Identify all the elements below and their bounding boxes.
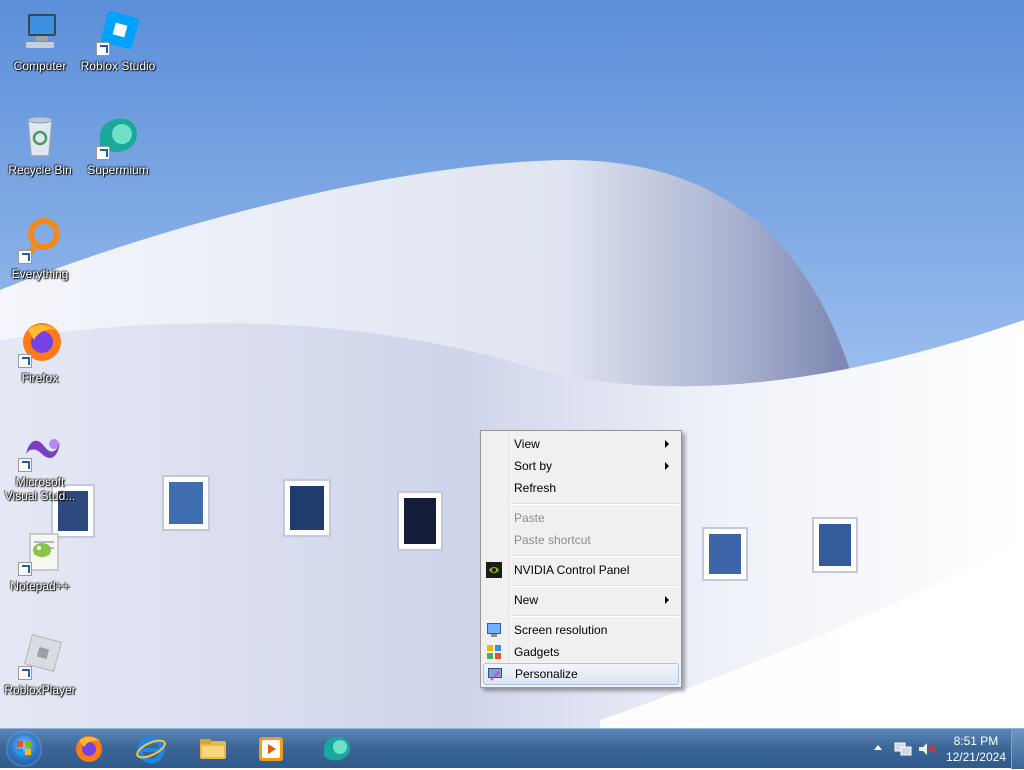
computer-icon [16,8,64,56]
taskbar-media-player-button[interactable] [244,731,298,767]
roblox-player-icon [16,632,64,680]
taskbar-file-explorer-button[interactable] [186,731,240,767]
menu-item-refresh[interactable]: Refresh [483,477,679,499]
clock-time: 8:51 PM [953,734,999,748]
submenu-arrow-icon [665,440,669,448]
desktop-icon-roblox-player[interactable]: RobloxPlayer [0,632,80,697]
menu-item-gadgets[interactable]: Gadgets [483,641,679,663]
taskbar-internet-explorer-button[interactable] [124,731,178,767]
internet-explorer-icon [136,736,166,764]
clock-date: 12/21/2024 [945,750,1006,764]
menu-item-screen-resolution[interactable]: Screen resolution [483,619,679,641]
recycle-bin-icon [16,112,64,160]
menu-item-label: Refresh [514,481,557,495]
clock[interactable]: 8:51 PM 12/21/2024 [946,733,1006,765]
menu-item-new[interactable]: New [483,589,679,611]
roblox-studio-icon [94,8,142,56]
gadgets-icon [486,644,502,660]
menu-item-label: Gadgets [514,645,560,659]
menu-item-personalize[interactable]: Personalize [483,663,679,685]
taskbar-firefox-button[interactable] [62,731,116,767]
menu-separator [511,503,679,505]
shortcut-arrow-icon [96,42,110,56]
icon-label: Notepad++ [10,579,70,593]
shortcut-arrow-icon [18,458,32,472]
menu-separator [511,615,679,617]
supermium-icon [324,737,351,761]
personalize-icon [487,666,503,682]
show-desktop-button[interactable] [1011,729,1024,769]
desktop-icon-notepadpp[interactable]: Notepad++ [0,528,80,593]
windows-logo [17,741,31,755]
everything-icon [16,216,64,264]
menu-separator [511,555,679,557]
menu-item-label: View [514,437,540,451]
shortcut-arrow-icon [18,354,32,368]
network-icon[interactable] [894,741,912,760]
icon-label: Supermium [87,163,149,177]
icon-label: Computer [13,59,67,73]
windows-start-icon[interactable] [6,731,42,767]
menu-item-sort-by[interactable]: Sort by [483,455,679,477]
volume-muted-icon[interactable] [918,741,936,760]
menu-item-label: New [514,593,539,607]
menu-item-nvidia-control-panel[interactable]: NVIDIA Control Panel [483,559,679,581]
menu-item-paste-shortcut[interactable]: Paste shortcut [483,529,679,551]
firefox-icon [16,320,64,368]
menu-item-label: Paste [514,511,545,525]
icon-label: Firefox [21,371,59,385]
shortcut-arrow-icon [18,250,32,264]
file-explorer-icon [200,739,226,759]
screen-resolution-icon [486,622,502,638]
icon-label: Microsoft Visual Stud... [4,475,76,503]
taskbar-supermium-button[interactable] [310,731,364,767]
menu-item-label: Sort by [514,459,553,473]
desktop-context-menu: View Sort by Refresh Paste Paste shortcu… [480,430,682,688]
visual-studio-icon [16,424,64,472]
desktop-icon-computer[interactable]: Computer [0,8,80,73]
desktop-icon-visual-studio[interactable]: Microsoft Visual Stud... [0,424,80,503]
menu-item-label: Screen resolution [514,623,608,637]
notepadpp-icon [16,528,64,576]
shortcut-arrow-icon [18,666,32,680]
icon-label: RobloxPlayer [4,683,76,697]
menu-item-label: Personalize [515,667,578,681]
desktop-icon-everything[interactable]: Everything [0,216,80,281]
menu-item-view[interactable]: View [483,433,679,455]
system-tray: 8:51 PM 12/21/2024 [864,729,1024,769]
media-player-icon [259,737,283,761]
menu-item-paste[interactable]: Paste [483,507,679,529]
supermium-icon [94,112,142,160]
shortcut-arrow-icon [18,562,32,576]
firefox-icon [76,736,102,762]
icon-label: Roblox Studio [80,59,156,73]
taskbar: 8:51 PM 12/21/2024 [0,728,1024,769]
icon-label: Everything [11,267,69,281]
desktop[interactable]: Computer Roblox Studio Recycle Bin Super… [0,0,1024,728]
desktop-icon-firefox[interactable]: Firefox [0,320,80,385]
submenu-arrow-icon [665,462,669,470]
shortcut-arrow-icon [96,146,110,160]
menu-item-label: NVIDIA Control Panel [514,563,630,577]
menu-separator [511,585,679,587]
nvidia-icon [486,562,502,578]
icon-label: Recycle Bin [8,163,72,177]
desktop-icon-recycle-bin[interactable]: Recycle Bin [0,112,80,177]
show-hidden-icons-arrow[interactable] [874,745,882,750]
desktop-icon-roblox-studio[interactable]: Roblox Studio [78,8,158,73]
desktop-icon-supermium[interactable]: Supermium [78,112,158,177]
menu-item-label: Paste shortcut [514,533,591,547]
submenu-arrow-icon [665,596,669,604]
